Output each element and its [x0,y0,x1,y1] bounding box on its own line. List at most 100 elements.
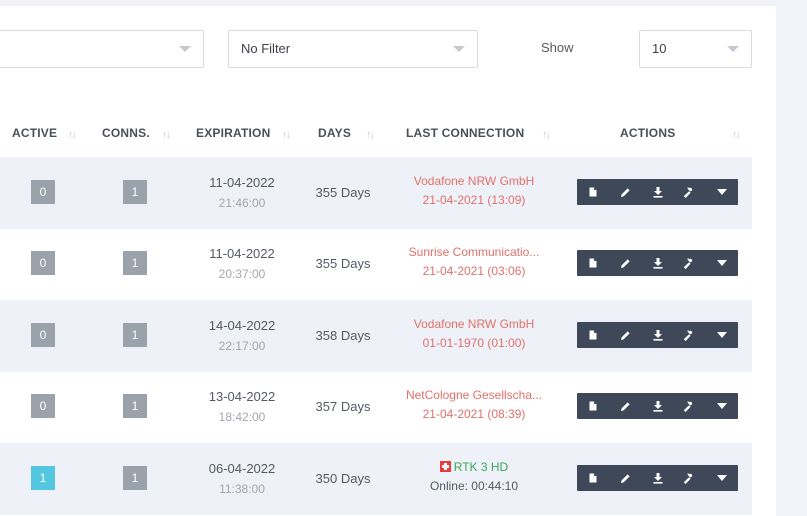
sort-icon[interactable]: ↑↓ [162,129,171,141]
expiration-date: 11-04-2022 [209,246,275,261]
more-button[interactable] [706,465,738,491]
file-icon [589,330,597,340]
file-icon [589,258,597,268]
table-row: 0 1 11-04-2022 20:37:00 355 Days Sunrise Comm… [0,228,752,300]
sort-icon[interactable]: ↑↓ [68,129,77,141]
file-button[interactable] [577,465,609,491]
active-badge: 0 [31,251,55,275]
tools-button[interactable] [674,250,706,276]
hammer-icon [684,187,693,198]
edit-button[interactable] [609,250,641,276]
file-button[interactable] [577,322,609,348]
file-button[interactable] [577,393,609,419]
show-label: Show [541,40,574,55]
table-row: 0 1 14-04-2022 22:17:00 358 Days Vodafone NRW… [0,300,752,372]
last-connection-time: 01-01-1970 (01:00) [422,336,526,350]
last-connection-time: 21-04-2021 (08:39) [422,407,526,421]
column-header-conns[interactable]: CONNS. [102,126,150,140]
expiration-date: 11-04-2022 [209,175,275,190]
edit-button[interactable] [609,322,641,348]
row-actions [577,393,738,419]
column-header-expiration[interactable]: EXPIRATION [196,126,270,140]
connections-badge: 1 [123,394,147,418]
last-connection-provider-text: RTK 3 HD [453,460,509,474]
more-button[interactable] [706,393,738,419]
download-button[interactable] [641,322,673,348]
expiration-time: 22:17:00 [218,339,266,353]
more-button[interactable] [706,322,738,348]
active-badge: 0 [31,180,55,204]
more-button[interactable] [706,250,738,276]
sort-icon[interactable]: ↑↓ [542,129,551,141]
row-actions [577,465,738,491]
connections-badge: 1 [123,323,147,347]
chevron-down-icon [179,46,191,52]
file-icon [589,401,597,411]
page-size-select[interactable]: 10 [639,30,752,68]
sort-icon[interactable]: ↑↓ [366,129,375,141]
row-actions [577,179,738,205]
row-actions [577,250,738,276]
expiration-date: 14-04-2022 [208,318,276,333]
hammer-icon [684,330,693,341]
tools-button[interactable] [674,393,706,419]
file-icon [589,473,597,483]
caret-down-icon [716,260,727,266]
swiss-flag-icon [439,461,451,472]
download-icon [653,400,662,412]
days-remaining: 350 Days [315,471,371,486]
download-button[interactable] [641,465,673,491]
tools-button[interactable] [674,179,706,205]
last-connection-time: 21-04-2021 (03:06) [422,264,526,278]
days-remaining: 355 Days [315,256,371,271]
more-button[interactable] [706,179,738,205]
download-icon [653,257,662,269]
active-badge: 1 [31,466,55,490]
download-button[interactable] [641,179,673,205]
column-header-actions: ACTIONS [620,126,676,140]
download-icon [653,186,662,198]
caret-down-icon [716,403,727,409]
filter-select-2[interactable]: No Filter [228,30,478,68]
chevron-down-icon [727,46,739,52]
expiration-time: 11:38:00 [219,482,265,496]
connections-badge: 1 [123,251,147,275]
column-header-days[interactable]: DAYS [318,126,351,140]
sort-icon[interactable]: ↑↓ [732,129,741,141]
last-connection-provider-text: NetCologne Gesellscha... [405,388,543,402]
column-header-active[interactable]: ACTIVE [12,126,57,140]
content-panel: No Filter Show 10 ACTIVE ↑↓ CONNS. ↑↓ EX… [0,6,776,516]
connections-badge: 1 [123,466,147,490]
file-icon [589,187,597,197]
row-actions [577,322,738,348]
file-button[interactable] [577,250,609,276]
download-icon [653,472,662,484]
edit-button[interactable] [609,179,641,205]
edit-button[interactable] [609,393,641,419]
hammer-icon [684,473,693,484]
last-connection-provider-text: Sunrise Communicatio... [408,245,540,259]
expiration-date: 06-04-2022 [208,461,276,476]
last-connection-time: Online: 00:44:10 [429,479,519,493]
file-button[interactable] [577,179,609,205]
sort-icon[interactable]: ↑↓ [282,129,291,141]
last-connection-provider-text: Vodafone NRW GmbH [413,174,535,188]
download-button[interactable] [641,250,673,276]
expiration-time: 21:46:00 [218,196,266,210]
tools-button[interactable] [674,322,706,348]
active-badge: 0 [31,394,55,418]
pencil-icon [620,473,630,483]
filter-select-1[interactable] [0,30,204,68]
download-button[interactable] [641,393,673,419]
last-connection-provider: Vodafone NRW GmbH [389,174,559,188]
pencil-icon [620,330,630,340]
edit-button[interactable] [609,465,641,491]
column-header-last-connection[interactable]: LAST CONNECTION [406,126,524,140]
page-size-value: 10 [652,41,667,56]
tools-button[interactable] [674,465,706,491]
caret-down-icon [716,332,727,338]
table-row: 1 1 06-04-2022 11:38:00 350 Days RTK 3 HD Onli… [0,443,752,515]
expiration-date: 13-04-2022 [208,389,276,404]
table-row: 0 1 11-04-2022 21:46:00 355 Days Vodafone NRW… [0,157,752,229]
connections-badge: 1 [123,180,147,204]
